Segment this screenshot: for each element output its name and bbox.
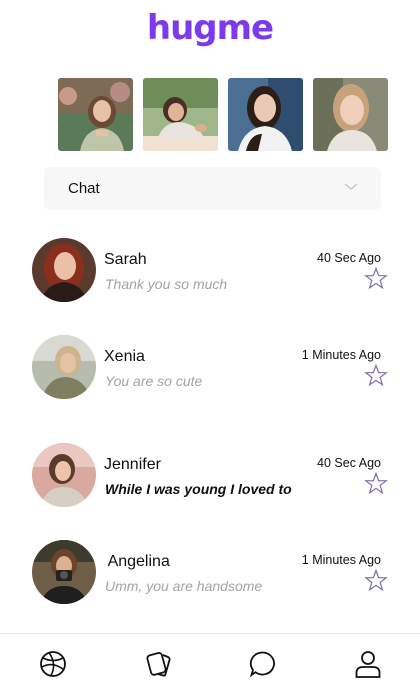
contact-name: Angelina bbox=[104, 553, 170, 570]
globe-icon bbox=[40, 651, 66, 677]
avatar bbox=[32, 540, 96, 604]
chat-bubble-icon bbox=[249, 651, 275, 678]
chevron-down-icon bbox=[344, 183, 358, 190]
star-icon[interactable] bbox=[364, 267, 388, 290]
message-time: 1 Minutes Ago bbox=[301, 348, 381, 362]
contact-name: Sarah bbox=[104, 251, 147, 268]
story-thumbnail[interactable] bbox=[313, 78, 388, 151]
story-thumbnail[interactable] bbox=[58, 78, 133, 151]
chat-filter-dropdown[interactable]: Chat bbox=[44, 167, 381, 210]
chat-list-item[interactable]: Xenia You are so cute 1 Minutes Ago bbox=[32, 335, 392, 401]
chat-list-item[interactable]: Sarah Thank you so much 40 Sec Ago bbox=[32, 238, 392, 304]
message-time: 40 Sec Ago bbox=[317, 456, 381, 470]
cards-icon bbox=[146, 652, 171, 677]
avatar bbox=[32, 238, 96, 302]
message-time: 1 Minutes Ago bbox=[301, 553, 381, 567]
story-photo-image bbox=[313, 78, 388, 151]
star-icon[interactable] bbox=[364, 569, 388, 592]
star-icon[interactable] bbox=[364, 472, 388, 495]
contact-name: Xenia bbox=[104, 348, 145, 365]
last-message: While I was young I loved to bbox=[105, 481, 292, 497]
story-photo-image bbox=[228, 78, 303, 151]
app-logo: hugme bbox=[0, 8, 420, 48]
chat-list-item[interactable]: Jennifer While I was young I loved to 40… bbox=[32, 443, 392, 509]
story-photo-image bbox=[143, 78, 218, 151]
star-icon[interactable] bbox=[364, 364, 388, 387]
nav-chat-button[interactable] bbox=[249, 649, 277, 679]
message-time: 40 Sec Ago bbox=[317, 251, 381, 265]
nav-cards-button[interactable] bbox=[145, 649, 173, 679]
nav-profile-button[interactable] bbox=[354, 649, 382, 679]
stories-row bbox=[58, 78, 388, 151]
story-thumbnail[interactable] bbox=[228, 78, 303, 151]
last-message: Thank you so much bbox=[105, 276, 228, 292]
story-photo-image bbox=[58, 78, 133, 151]
bottom-nav bbox=[0, 633, 420, 700]
last-message: Umm, you are handsome bbox=[105, 578, 263, 594]
profile-icon bbox=[355, 651, 381, 678]
logo-text: hugme bbox=[146, 8, 274, 48]
dropdown-selected-value: Chat bbox=[68, 180, 100, 197]
contact-name: Jennifer bbox=[104, 456, 161, 473]
chat-list-item[interactable]: Angelina Umm, you are handsome 1 Minutes… bbox=[32, 540, 392, 606]
last-message: You are so cute bbox=[105, 373, 203, 389]
story-thumbnail[interactable] bbox=[143, 78, 218, 151]
nav-explore-button[interactable] bbox=[39, 649, 67, 679]
avatar bbox=[32, 335, 96, 399]
avatar bbox=[32, 443, 96, 507]
